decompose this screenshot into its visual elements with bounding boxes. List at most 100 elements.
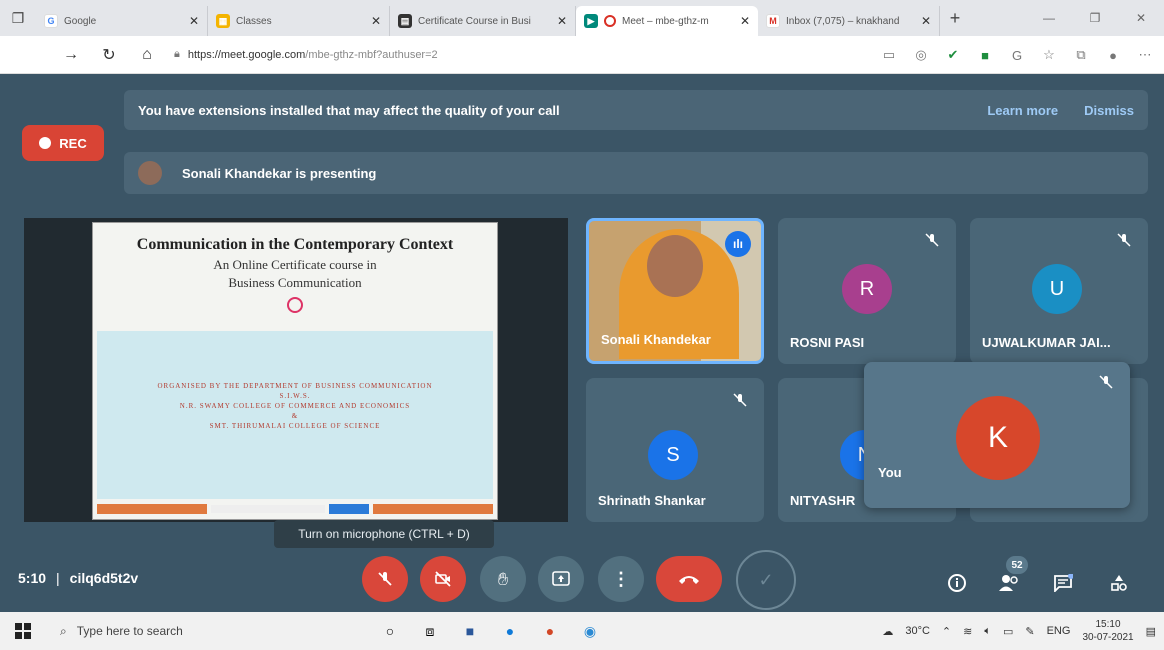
- self-name: You: [878, 465, 902, 480]
- present-screen-button[interactable]: [538, 556, 584, 602]
- task-view-icon[interactable]: ⧈: [410, 612, 450, 650]
- more-menu-icon[interactable]: ⋯: [1136, 47, 1154, 63]
- meeting-code: cilq6d5t2v: [69, 570, 139, 586]
- back-arrow-icon[interactable]: →: [52, 46, 90, 64]
- tab-actions-icon[interactable]: ❐: [0, 0, 36, 36]
- mic-off-icon: [1099, 375, 1113, 389]
- presenting-bar: Sonali Khandekar is presenting: [124, 152, 1148, 194]
- chat-button[interactable]: [1050, 570, 1076, 596]
- close-icon[interactable]: ✕: [921, 14, 931, 28]
- microphone-toggle-button[interactable]: [362, 556, 408, 602]
- pen-icon[interactable]: ✎: [1025, 625, 1034, 638]
- participant-name: Sonali Khandekar: [601, 332, 711, 347]
- people-button[interactable]: 52: [996, 556, 1028, 596]
- tab-certificate-course[interactable]: ▤ Certificate Course in Busi ✕: [390, 6, 576, 36]
- cortana-icon[interactable]: ○: [370, 612, 410, 650]
- battery-icon[interactable]: ▭: [1003, 625, 1013, 638]
- leave-call-button[interactable]: [656, 556, 722, 602]
- presentation-stage[interactable]: Communication in the Contemporary Contex…: [24, 218, 568, 522]
- camera-off-icon: [435, 571, 451, 587]
- profile-avatar[interactable]: ●: [1104, 48, 1122, 63]
- close-icon[interactable]: ✕: [740, 14, 750, 28]
- record-dot-icon: [39, 137, 52, 149]
- edge-app-icon[interactable]: ●: [490, 612, 530, 650]
- self-view-tile[interactable]: K You: [864, 362, 1130, 508]
- search-placeholder: Type here to search: [76, 624, 183, 638]
- google-icon: G: [44, 14, 58, 28]
- tab-label: Inbox (7,075) – knakhand: [786, 15, 900, 27]
- clock-date: 30-07-2021: [1082, 632, 1134, 643]
- favorites-icon[interactable]: ☆: [1040, 47, 1058, 63]
- chat-icon: [1054, 574, 1073, 592]
- reload-icon[interactable]: ↻: [90, 45, 128, 65]
- slide-subtitle-1: An Online Certificate course in: [213, 257, 377, 272]
- browser-tab-bar: ❐ G Google ✕ ▦ Classes ✕ ▤ Certificate C…: [0, 0, 1164, 36]
- close-icon[interactable]: ✕: [189, 14, 199, 28]
- people-icon: [999, 575, 1018, 591]
- participant-tile-ujwalkumar[interactable]: U UJWALKUMAR JAI...: [970, 218, 1148, 364]
- restore-icon[interactable]: ❐: [1072, 11, 1118, 25]
- extension-icon[interactable]: ■: [976, 48, 994, 63]
- tracking-icon[interactable]: ◎: [912, 47, 930, 63]
- activities-button[interactable]: [1106, 570, 1132, 596]
- notifications-icon[interactable]: ▤: [1146, 625, 1156, 638]
- org-line-4: &: [291, 412, 299, 420]
- camera-toggle-button[interactable]: [420, 556, 466, 602]
- avatar: R: [842, 264, 892, 314]
- recording-badge: REC: [22, 125, 104, 161]
- taskbar-search[interactable]: ⌕ Type here to search: [46, 612, 346, 650]
- meet-window: You have extensions installed that may a…: [0, 74, 1164, 612]
- present-icon: [552, 571, 570, 586]
- participant-tile-rosni[interactable]: R ROSNI PASI: [778, 218, 956, 364]
- system-tray: ☁ 30°C ⌃ ≋ 🔈︎ ▭ ✎ ENG 15:10 30-07-2021 ▤: [882, 612, 1156, 650]
- chevron-up-icon[interactable]: ⌃: [942, 625, 951, 638]
- temperature[interactable]: 30°C: [905, 625, 930, 637]
- learn-more-link[interactable]: Learn more: [987, 103, 1058, 118]
- tab-classes[interactable]: ▦ Classes ✕: [208, 6, 390, 36]
- slide-info-box: ORGANISED BY THE DEPARTMENT OF BUSINESS …: [97, 331, 493, 499]
- classroom-icon: ▦: [216, 14, 230, 28]
- search-icon: ⌕: [60, 623, 67, 638]
- org-line-2: S.I.W.S.: [279, 392, 311, 400]
- volume-icon[interactable]: 🔈︎: [984, 625, 991, 638]
- home-icon[interactable]: ⌂: [128, 46, 166, 64]
- tab-gmail[interactable]: M Inbox (7,075) – knakhand ✕: [758, 6, 940, 36]
- powerpoint-app-icon[interactable]: ●: [530, 612, 570, 650]
- divider: |: [56, 570, 60, 586]
- meeting-details-button[interactable]: [944, 570, 970, 596]
- url-field[interactable]: 🔒︎ https://meet.google.com /mbe-gthz-mbf…: [174, 42, 734, 68]
- check-extension-icon[interactable]: ✔: [944, 47, 962, 63]
- new-tab-button[interactable]: +: [940, 8, 970, 29]
- org-line-3: N.R. SWAMY COLLEGE OF COMMERCE AND ECONO…: [179, 402, 411, 410]
- collections-icon[interactable]: ⧉: [1072, 47, 1090, 63]
- participant-tile-sonali[interactable]: ılı Sonali Khandekar: [586, 218, 764, 364]
- activities-icon: [1111, 575, 1127, 591]
- raise-hand-button[interactable]: ✋︎: [480, 556, 526, 602]
- address-bar: → ↻ ⌂ 🔒︎ https://meet.google.com /mbe-gt…: [0, 36, 1164, 74]
- close-window-icon[interactable]: ✕: [1118, 11, 1164, 25]
- avatar: S: [648, 430, 698, 480]
- participant-tile-shrinath[interactable]: S Shrinath Shankar: [586, 378, 764, 522]
- more-options-button[interactable]: ⋮: [598, 556, 644, 602]
- word-app-icon[interactable]: ■: [450, 612, 490, 650]
- window-controls: — ❐ ✕: [1026, 0, 1164, 36]
- camera-icon[interactable]: ▭: [880, 47, 898, 63]
- weather-icon[interactable]: ☁: [882, 625, 893, 638]
- minimize-icon[interactable]: —: [1026, 11, 1072, 25]
- language-indicator[interactable]: ENG: [1047, 625, 1071, 637]
- grammarly-icon[interactable]: G: [1008, 48, 1026, 63]
- url-path: /mbe-gthz-mbf?authuser=2: [305, 48, 438, 61]
- chrome-app-icon[interactable]: ◉: [570, 612, 610, 650]
- url-host: https://meet.google.com: [187, 48, 306, 61]
- close-icon[interactable]: ✕: [557, 14, 567, 28]
- network-icon[interactable]: ≋: [963, 625, 972, 638]
- meet-icon: ▶: [584, 14, 598, 28]
- start-button[interactable]: [0, 623, 46, 639]
- ghost-circle-icon: ✓: [736, 550, 796, 610]
- close-icon[interactable]: ✕: [371, 14, 381, 28]
- tab-meet[interactable]: ▶ Meet – mbe-gthz-m ✕: [576, 6, 758, 36]
- participant-name: ROSNI PASI: [790, 335, 865, 350]
- taskbar-clock[interactable]: 15:10 30-07-2021: [1082, 618, 1133, 644]
- dismiss-link[interactable]: Dismiss: [1084, 103, 1134, 118]
- tab-google[interactable]: G Google ✕: [36, 6, 208, 36]
